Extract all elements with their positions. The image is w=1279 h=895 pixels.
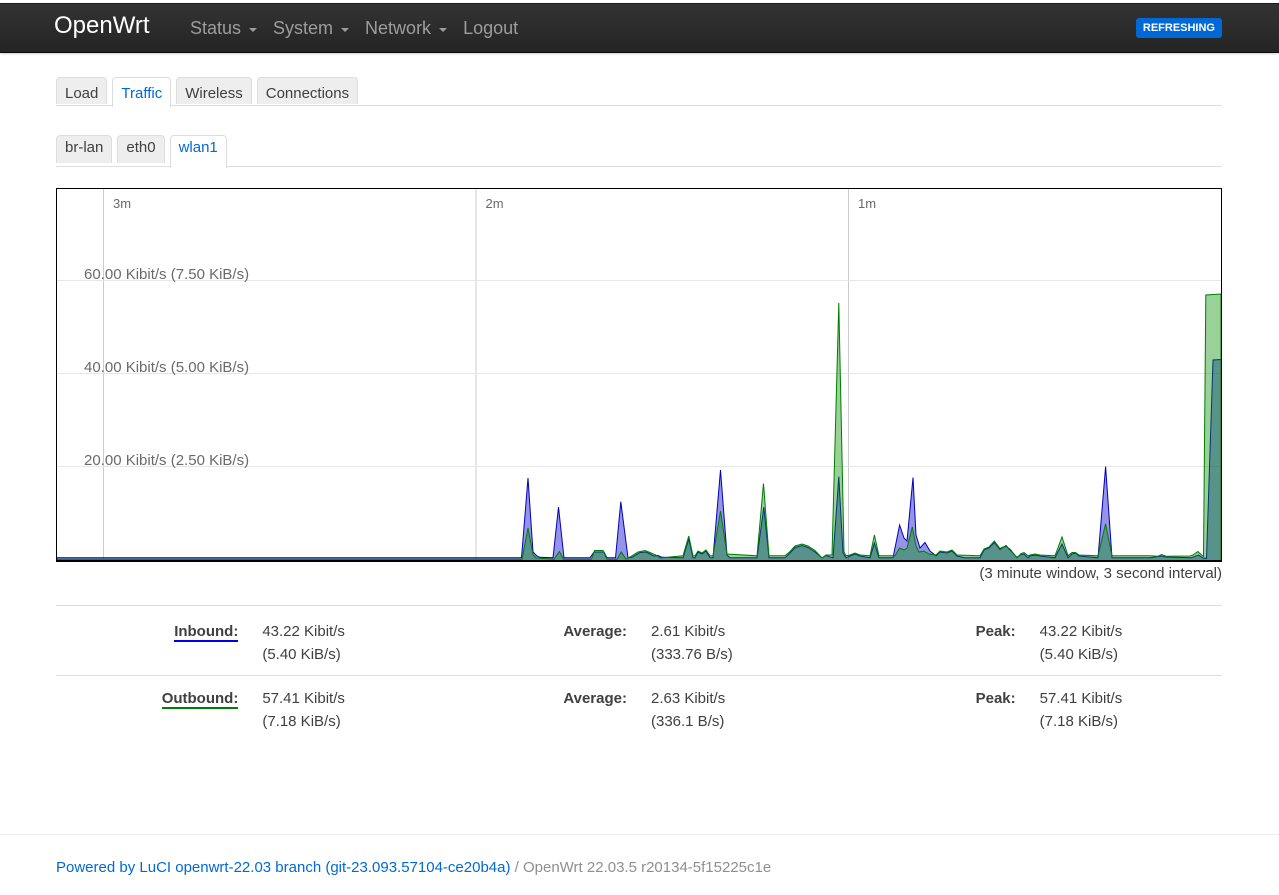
svg-text:20.00 Kibit/s (2.50 KiB/s): 20.00 Kibit/s (2.50 KiB/s) (84, 452, 249, 469)
svg-text:40.00 Kibit/s (5.00 KiB/s): 40.00 Kibit/s (5.00 KiB/s) (84, 359, 249, 376)
svg-text:2m: 2m (486, 196, 504, 211)
svg-text:3m: 3m (113, 196, 131, 211)
svg-text:60.00 Kibit/s (7.50 KiB/s): 60.00 Kibit/s (7.50 KiB/s) (84, 266, 249, 283)
svg-text:1m: 1m (858, 196, 876, 211)
